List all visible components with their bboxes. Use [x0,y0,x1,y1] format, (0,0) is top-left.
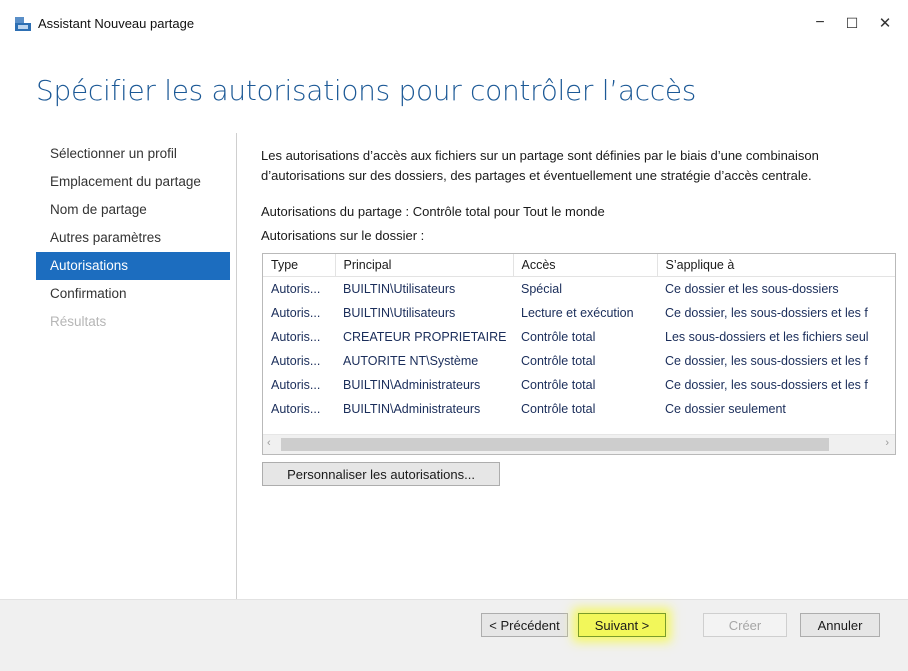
share-permissions-text: Autorisations du partage : Contrôle tota… [261,204,605,219]
column-header-type[interactable]: Type [263,254,336,277]
sidebar-item-permissions[interactable]: Autorisations [36,252,230,280]
cell-type: Autoris... [271,282,321,296]
sidebar-item-results: Résultats [50,314,107,329]
maximize-icon: ☐ [845,14,859,31]
content-pane: Les autorisations d’accès aux fichiers s… [261,146,896,243]
next-button[interactable]: Suivant > [578,613,666,637]
close-button[interactable]: ✕ [870,10,900,36]
cell-applies-to: Ce dossier, les sous-dossiers et les f [665,354,868,368]
cell-access: Contrôle total [521,330,596,344]
description-line: d’autorisations sur des dossiers, des pa… [261,168,812,183]
cell-access: Contrôle total [521,354,596,368]
horizontal-scrollbar[interactable]: ‹ › [263,434,895,454]
sidebar-divider [236,133,237,601]
table-header-row: Type Principal Accès S’applique à [263,254,895,277]
share-wizard-icon [15,17,31,31]
cell-applies-to: Ce dossier seulement [665,402,786,416]
cell-applies-to: Ce dossier, les sous-dossiers et les f [665,378,868,392]
window-title: Assistant Nouveau partage [38,16,195,31]
create-button: Créer [703,613,787,637]
cell-type: Autoris... [271,354,321,368]
cell-principal: AUTORITE NT\Système [343,354,479,368]
maximize-button[interactable]: ☐ [837,10,867,36]
minimize-icon: − [815,14,825,31]
cell-access: Spécial [521,282,562,296]
cell-principal: BUILTIN\Utilisateurs [343,282,456,296]
cell-applies-to: Les sous-dossiers et les fichiers seul [665,330,869,344]
cell-type: Autoris... [271,378,321,392]
cell-access: Contrôle total [521,402,596,416]
sidebar-item-other-settings[interactable]: Autres paramètres [36,224,230,252]
customize-permissions-button[interactable]: Personnaliser les autorisations... [262,462,500,486]
sidebar-item-select-profile[interactable]: Sélectionner un profil [36,140,230,168]
sidebar-item-share-location[interactable]: Emplacement du partage [36,168,230,196]
cell-principal: CREATEUR PROPRIETAIRE [343,330,507,344]
cell-applies-to: Ce dossier et les sous-dossiers [665,282,839,296]
cell-applies-to: Ce dossier, les sous-dossiers et les f [665,306,868,320]
table-row[interactable]: Autoris... BUILTIN\Administrateurs Contr… [263,397,895,421]
table-row[interactable]: Autoris... CREATEUR PROPRIETAIRE Contrôl… [263,325,895,349]
scroll-right-icon[interactable]: › [885,437,889,449]
cell-type: Autoris... [271,402,321,416]
cell-principal: BUILTIN\Administrateurs [343,378,481,392]
description-line: Les autorisations d’accès aux fichiers s… [261,148,819,163]
description-text: Les autorisations d’accès aux fichiers s… [261,146,896,186]
previous-button[interactable]: < Précédent [481,613,568,637]
sidebar-item-confirmation[interactable]: Confirmation [36,280,230,308]
column-header-principal[interactable]: Principal [335,254,514,277]
cell-principal: BUILTIN\Utilisateurs [343,306,456,320]
scrollbar-thumb[interactable] [281,438,829,451]
cell-access: Contrôle total [521,378,596,392]
column-header-access[interactable]: Accès [513,254,658,277]
permissions-table[interactable]: Type Principal Accès S’applique à Autori… [262,253,896,455]
sidebar-item-share-name[interactable]: Nom de partage [36,196,230,224]
wizard-steps-sidebar: Sélectionner un profil Emplacement du pa… [36,140,230,336]
cell-principal: BUILTIN\Administrateurs [343,402,481,416]
scroll-left-icon[interactable]: ‹ [267,437,271,449]
close-icon: ✕ [878,15,892,32]
table-row[interactable]: Autoris... BUILTIN\Administrateurs Contr… [263,373,895,397]
cell-type: Autoris... [271,330,321,344]
table-row[interactable]: Autoris... BUILTIN\Utilisateurs Spécial … [263,277,895,302]
table-row[interactable]: Autoris... BUILTIN\Utilisateurs Lecture … [263,301,895,325]
column-header-applies-to[interactable]: S’applique à [657,254,895,277]
minimize-button[interactable]: − [805,10,835,36]
cancel-button[interactable]: Annuler [800,613,880,637]
title-bar: Assistant Nouveau partage − ☐ ✕ [0,0,908,44]
cell-access: Lecture et exécution [521,306,634,320]
cell-type: Autoris... [271,306,321,320]
table-row[interactable]: Autoris... AUTORITE NT\Système Contrôle … [263,349,895,373]
page-title: Spécifier les autorisations pour contrôl… [36,74,697,107]
folder-permissions-label: Autorisations sur le dossier : [261,228,425,243]
